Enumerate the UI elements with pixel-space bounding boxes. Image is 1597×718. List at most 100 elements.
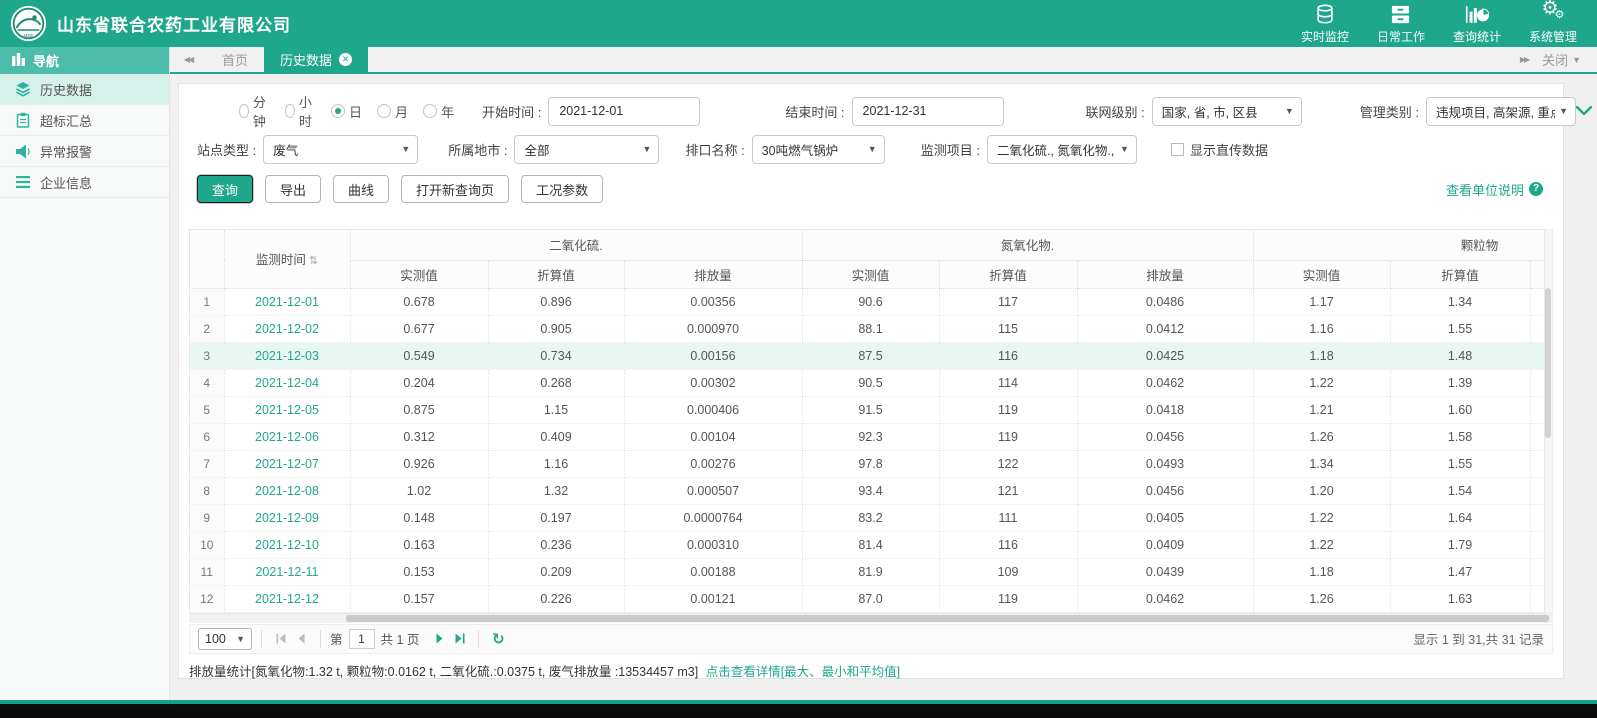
date-cell[interactable]: 2021-12-09 — [224, 504, 351, 532]
radio-icon[interactable] — [331, 104, 346, 118]
radio-icon[interactable] — [423, 104, 438, 118]
export-button[interactable]: 导出 — [265, 175, 322, 203]
row-number-cell: 6 — [190, 423, 225, 451]
manage-category-select[interactable]: 违规项目, 高架源, 重点排▼ — [1426, 96, 1577, 126]
page-number-input[interactable] — [348, 628, 375, 649]
date-cell[interactable]: 2021-12-01 — [224, 288, 351, 316]
value-cell: 0.0405 — [1077, 504, 1254, 532]
date-cell[interactable]: 2021-12-06 — [224, 423, 351, 451]
date-cell[interactable]: 2021-12-12 — [224, 585, 351, 613]
value-cell: 0.236 — [488, 531, 625, 559]
time-column-header[interactable]: 监测时间 ⇅ — [224, 230, 351, 289]
date-cell[interactable]: 2021-12-11 — [224, 558, 351, 586]
site-type-select[interactable]: 废气 ▼ — [263, 134, 419, 164]
tab-scroll-left-icon[interactable]: ◀◀ — [170, 47, 206, 72]
page-size-select[interactable]: 100 ▼ — [198, 627, 252, 650]
date-cell[interactable]: 2021-12-04 — [224, 369, 351, 397]
value-cell: 0.00188 — [624, 558, 803, 586]
value-cell: 0.00121 — [624, 585, 803, 613]
horizontal-scrollbar[interactable] — [189, 613, 1553, 623]
top-nav-item-system-manage[interactable]: ⚙⚙ 系统管理 — [1529, 0, 1577, 45]
vertical-scrollbar[interactable] — [1545, 229, 1553, 614]
last-page-icon[interactable] — [449, 628, 469, 650]
top-nav-item-daily-work[interactable]: 日常工作 — [1377, 3, 1425, 45]
direct-data-checkbox[interactable]: 显示直传数据 — [1170, 140, 1268, 159]
value-cell: 119 — [939, 423, 1078, 451]
sidebar-header: 导航 — [0, 47, 169, 74]
radio-icon[interactable] — [377, 104, 392, 118]
value-cell: 0.153 — [350, 558, 489, 586]
date-cell[interactable]: 2021-12-08 — [224, 477, 351, 505]
sidebar-item-history-data[interactable]: 历史数据 — [0, 74, 169, 105]
table-row: 9 2021-12-09 0.148 0.197 0.0000764 83.2 111 0.0… — [190, 504, 1544, 532]
horizontal-scroll-thumb[interactable] — [346, 614, 1549, 622]
clipped-cell — [1530, 396, 1544, 424]
curve-button[interactable]: 曲线 — [333, 175, 390, 203]
sidebar-item-enterprise-info[interactable]: 企业信息 — [0, 167, 169, 198]
date-cell[interactable]: 2021-12-07 — [224, 450, 351, 478]
sidebar-item-abnormal-alarm[interactable]: 异常报警 — [0, 136, 169, 167]
alarm-speaker-icon — [15, 143, 31, 159]
start-time-input[interactable] — [548, 96, 701, 126]
tab-history-data[interactable]: 历史数据 ✕ — [264, 47, 369, 72]
mee-logo-icon: MEE — [10, 5, 47, 42]
city-select[interactable]: 全部 ▼ — [514, 134, 660, 164]
outlet-select[interactable]: 30吨燃气锅炉 ▼ — [751, 134, 885, 164]
granularity-radio-1[interactable]: 分钟 — [239, 92, 270, 130]
sub-column-header-clipped — [1530, 260, 1544, 289]
condition-params-button[interactable]: 工况参数 — [521, 175, 604, 203]
value-cell: 121 — [939, 477, 1078, 505]
value-cell: 1.55 — [1390, 315, 1531, 343]
value-cell: 0.0412 — [1077, 315, 1254, 343]
clipped-cell — [1530, 288, 1544, 316]
value-cell: 1.55 — [1390, 450, 1531, 478]
close-icon[interactable]: ✕ — [339, 53, 353, 66]
collapse-filters-icon[interactable] — [1575, 102, 1593, 120]
radio-icon[interactable] — [285, 104, 295, 118]
unit-help-link[interactable]: 查看单位说明 ? — [1446, 180, 1543, 199]
monitor-items-select[interactable]: 二氧化硫., 氮氧化物., 颗粒▼ — [986, 134, 1137, 164]
value-cell: 1.22 — [1253, 531, 1391, 559]
sub-column-header: 排放量 — [624, 260, 803, 289]
vertical-scroll-thumb[interactable] — [1545, 288, 1551, 438]
list-icon — [15, 174, 31, 190]
granularity-radio-2[interactable]: 小时 — [285, 92, 316, 130]
clipped-cell — [1530, 504, 1544, 532]
value-cell: 0.197 — [488, 504, 625, 532]
value-cell: 0.905 — [488, 315, 625, 343]
sidebar-item-over-standard-summary[interactable]: 超标汇总 — [0, 105, 169, 136]
granularity-radio-4[interactable]: 月 — [377, 102, 408, 121]
sub-column-header: 折算值 — [488, 260, 625, 289]
stats-detail-link[interactable]: 点击查看详情[最大、最小和平均值] — [706, 665, 900, 679]
tab-scroll-right-icon[interactable]: ▶▶ — [1506, 47, 1542, 72]
value-cell: 0.0000764 — [624, 504, 803, 532]
network-level-select[interactable]: 国家, 省, 市, 区县 ▼ — [1151, 96, 1302, 126]
close-tabs-dropdown[interactable]: 关闭 ▼ — [1542, 47, 1597, 72]
value-cell: 93.4 — [802, 477, 940, 505]
date-cell[interactable]: 2021-12-10 — [224, 531, 351, 559]
site-type-label: 站点类型 : — [197, 142, 257, 158]
end-time-input[interactable] — [851, 96, 1004, 126]
first-page-icon[interactable] — [271, 628, 291, 650]
prev-page-icon[interactable] — [291, 628, 311, 650]
top-nav-item-realtime-monitor[interactable]: 实时监控 — [1301, 3, 1349, 45]
checkbox-icon[interactable] — [1170, 142, 1184, 156]
granularity-radio-5[interactable]: 年 — [423, 102, 454, 121]
date-cell[interactable]: 2021-12-03 — [224, 342, 351, 370]
value-cell: 87.5 — [802, 342, 940, 370]
sort-icon[interactable]: ⇅ — [309, 255, 318, 267]
open-new-query-button[interactable]: 打开新查询页 — [401, 175, 510, 203]
refresh-icon[interactable]: ↻ — [488, 628, 508, 650]
tab-home[interactable]: 首页 — [206, 47, 264, 72]
radio-icon[interactable] — [239, 104, 249, 118]
date-cell[interactable]: 2021-12-05 — [224, 396, 351, 424]
value-cell: 0.148 — [350, 504, 489, 532]
value-cell: 116 — [939, 531, 1078, 559]
top-nav-item-query-statistics[interactable]: 查询统计 — [1453, 3, 1501, 45]
row-number-cell: 7 — [190, 450, 225, 478]
date-cell[interactable]: 2021-12-02 — [224, 315, 351, 343]
table-row: 6 2021-12-06 0.312 0.409 0.00104 92.3 119 0.045… — [190, 423, 1544, 451]
next-page-icon[interactable] — [429, 628, 449, 650]
granularity-radio-3[interactable]: 日 — [331, 102, 362, 121]
query-button[interactable]: 查询 — [197, 175, 254, 203]
